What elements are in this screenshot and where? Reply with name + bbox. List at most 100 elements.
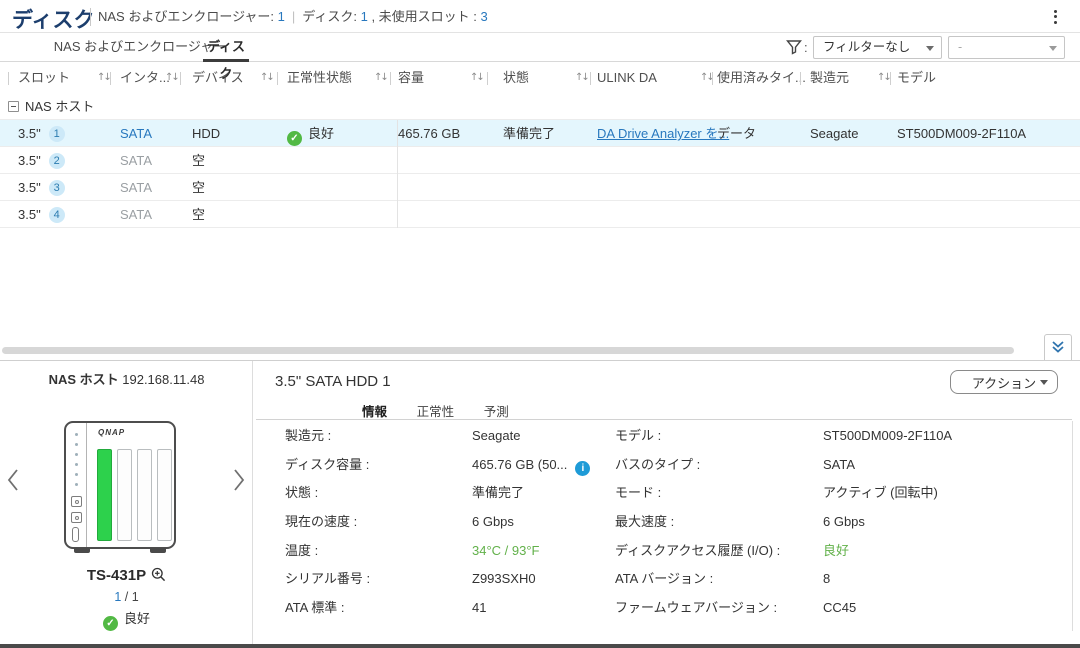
crumb-disk-label: ディスク: [302, 9, 360, 24]
field-value: アクティブ (回転中) [823, 479, 938, 508]
field-label: ファームウェアバージョン : [615, 594, 777, 623]
tab-health[interactable]: 正常性 [417, 401, 455, 420]
crumb-disk-count: 1 [361, 9, 368, 24]
field-label: 温度 : [285, 537, 318, 566]
field-value: 準備完了 [472, 479, 524, 508]
sort-icon[interactable]: ↑↓ [165, 62, 178, 94]
drive-bay-1-occupied [97, 449, 112, 541]
zoom-in-icon[interactable] [151, 567, 166, 586]
field-label: シリアル番号 : [285, 565, 370, 594]
model: ST500DM009-2F110A [897, 120, 1026, 146]
health-status: 良好 [308, 126, 334, 141]
col-health-status[interactable]: 正常性状態 [287, 62, 352, 94]
tab-information[interactable]: 情報 [362, 401, 387, 420]
collapse-group-icon[interactable] [8, 101, 19, 112]
sort-icon[interactable]: ↑↓ [260, 62, 273, 94]
field-value: ST500DM009-2F110A [823, 422, 952, 451]
field-label: モデル : [615, 422, 661, 451]
filter-colon: : [804, 34, 808, 61]
more-options-icon[interactable] [1046, 7, 1064, 27]
col-slot[interactable]: スロット [18, 62, 70, 94]
table-row[interactable]: 3.5"3 SATA 空 [0, 174, 1080, 201]
status-good-icon: ✓ [103, 616, 118, 631]
col-status[interactable]: 状態 [503, 62, 529, 94]
filter-select[interactable]: フィルターなし [813, 36, 942, 59]
field-value: SATA [823, 451, 855, 480]
crumb-divider: | [285, 9, 302, 24]
table-row[interactable]: 3.5"4 SATA 空 [0, 201, 1080, 228]
capacity: 465.76 GB [398, 120, 460, 146]
col-manufacturer[interactable]: 製造元 [810, 62, 849, 94]
disk-detail-title: 3.5" SATA HDD 1 [275, 373, 391, 390]
crumb-freeslot-label: , 未使用スロット : [368, 9, 481, 24]
sort-icon[interactable]: ↑↓ [374, 62, 387, 94]
field-label: 現在の速度 : [285, 508, 357, 537]
health-good-icon: ✓ [287, 131, 302, 146]
field-label: 状態 : [285, 479, 318, 508]
page-title: ディスク [12, 4, 95, 34]
table-row[interactable]: 3.5"2 SATA 空 [0, 147, 1080, 174]
view-tabbar: NAS およびエンクロージャー ディスク : フィルターなし - [0, 33, 1080, 62]
drive-bay-2-empty [117, 449, 132, 541]
tabs-divider [256, 419, 1072, 420]
carousel-prev-icon[interactable] [4, 467, 22, 493]
interface-link[interactable]: SATA [120, 120, 152, 146]
action-dropdown-button[interactable]: アクション [950, 370, 1058, 394]
slot-size: 3.5" [18, 126, 41, 141]
field-label: ディスク容量 : [285, 451, 369, 480]
slot-number-badge: 2 [49, 153, 65, 169]
interface-label: SATA [120, 147, 152, 173]
device-model: TS-431P [87, 567, 146, 584]
col-capacity[interactable]: 容量 [398, 62, 424, 94]
carousel-next-icon[interactable] [230, 467, 248, 493]
chevron-down-icon [1040, 380, 1048, 385]
field-value-io-history: 良好 [823, 537, 849, 566]
sort-icon[interactable]: ↑↓ [877, 62, 890, 94]
col-ulink-da[interactable]: ULINK DA [597, 62, 657, 94]
info-icon[interactable]: i [575, 461, 590, 476]
tab-disk[interactable]: ディスク [203, 33, 249, 62]
field-label: 製造元 : [285, 422, 331, 451]
double-chevron-down-icon [1050, 339, 1066, 355]
disk-manager-screen: ディスク NAS およびエンクロージャー: 1|ディスク: 1 , 未使用スロッ… [0, 0, 1080, 648]
manufacturer: Seagate [810, 120, 858, 146]
title-divider [90, 8, 91, 26]
window-bottom-edge [0, 644, 1080, 648]
device-usb-port [72, 527, 79, 542]
device-type: 空 [192, 174, 205, 200]
sort-icon[interactable]: ↑↓ [470, 62, 483, 94]
filter-secondary-select[interactable]: - [948, 36, 1065, 59]
field-label: 最大速度 : [615, 508, 674, 537]
sort-icon[interactable]: ↑↓ [97, 62, 110, 94]
pager-total: / 1 [121, 590, 138, 604]
qnap-logo: QNAP [98, 428, 125, 437]
field-label: モード : [615, 479, 661, 508]
tab-prediction[interactable]: 予測 [484, 401, 509, 420]
field-value: 6 Gbps [823, 508, 865, 537]
field-value: Seagate [472, 422, 520, 451]
crumb-enclosure-label: NAS およびエンクロージャー: [98, 9, 278, 24]
horizontal-scrollbar[interactable] [2, 347, 1014, 354]
col-model[interactable]: モデル [897, 62, 936, 94]
col-interface[interactable]: インタ... [120, 62, 170, 94]
detail-panel: NAS ホスト 192.168.11.48 QNAP [0, 360, 1080, 644]
device-model-row: TS-431P [0, 567, 253, 586]
sort-icon[interactable]: ↑↓ [700, 62, 713, 94]
ulink-da-link[interactable]: DA Drive Analyzer を... [597, 120, 729, 146]
drive-bay-3-empty [137, 449, 152, 541]
col-device[interactable]: デバイス [192, 62, 244, 94]
col-used-type[interactable]: 使用済みタイ... [717, 62, 806, 94]
device-ip: 192.168.11.48 [122, 372, 204, 387]
field-value: 6 Gbps [472, 508, 514, 537]
device-status-label: 良好 [124, 611, 150, 626]
collapse-panel-button[interactable] [1044, 334, 1072, 361]
field-label: ATA バージョン : [615, 565, 713, 594]
field-label: ディスクアクセス履歴 (I/O) : [615, 537, 780, 566]
sort-icon[interactable]: ↑↓ [575, 62, 588, 94]
interface-label: SATA [120, 201, 152, 227]
field-value: CC45 [823, 594, 856, 623]
table-row[interactable]: 3.5"1 SATA HDD ✓良好 465.76 GB 準備完了 DA Dri… [0, 120, 1080, 147]
nas-device-illustration[interactable]: QNAP [64, 421, 176, 549]
group-label: NAS ホスト [25, 99, 94, 114]
group-row-nas-host: NAS ホスト [0, 94, 1080, 120]
